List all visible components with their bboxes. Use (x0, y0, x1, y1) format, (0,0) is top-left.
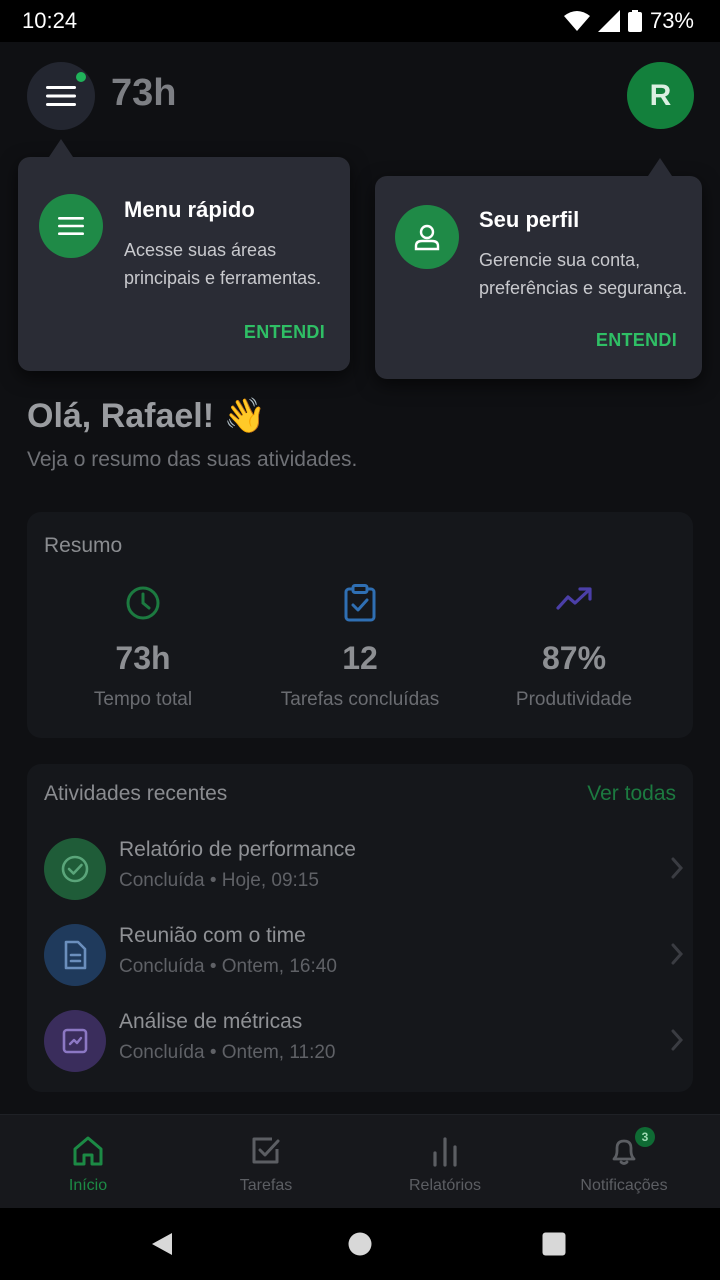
see-all-link[interactable]: Ver todas (587, 782, 676, 806)
activity-title: Relatório de performance (119, 838, 356, 861)
chevron-right-icon (671, 857, 684, 879)
clipboard-check-icon (344, 584, 376, 622)
menu-tooltip-entendi-button[interactable]: ENTENDI (244, 322, 325, 343)
activity-item[interactable]: Relatório de performance Concluída • Hoj… (44, 834, 684, 904)
menu-tooltip-title: Menu rápido (124, 197, 255, 222)
checkbox-icon (252, 1137, 280, 1164)
profile-tooltip-text-line2: preferências e segurança. (479, 278, 688, 298)
menu-tooltip: Menu rápido Acesse suas áreas principais… (18, 139, 350, 371)
recent-activities-card: Atividades recentes Ver todas Relatório … (27, 764, 693, 1092)
clock-icon (126, 586, 160, 620)
home-button[interactable] (320, 1208, 400, 1280)
stat-value: 12 (342, 640, 378, 676)
stat-label: Tarefas concluídas (280, 689, 440, 710)
wifi-icon (563, 11, 590, 31)
nav-item-relatorios[interactable]: Relatórios (355, 1115, 535, 1209)
app-screen: 73h R Menu rápido Acesse suas áreas prin… (0, 42, 720, 1208)
activity-subtitle: Concluída • Ontem, 16:40 (119, 956, 337, 977)
activity-title: Análise de métricas (119, 1010, 303, 1033)
tooltip-arrow (648, 158, 672, 176)
menu-tooltip-text-line2: principais e ferramentas. (124, 268, 322, 288)
header-hours: 73h (111, 72, 177, 114)
nav-label: Relatórios (408, 1177, 482, 1194)
back-button[interactable] (122, 1208, 202, 1280)
nav-label: Tarefas (239, 1177, 293, 1194)
activities-title: Atividades recentes (44, 782, 228, 805)
stat-label: Tempo total (93, 689, 193, 710)
greeting-title: Olá, Rafael! 👋 (27, 397, 266, 435)
nav-label: Início (68, 1177, 108, 1194)
stat-value: 73h (115, 640, 171, 676)
system-navigation-bar (0, 1208, 720, 1280)
recents-square-icon (542, 1232, 566, 1256)
stat-tasks-completed: 12 Tarefas concluídas (250, 584, 470, 711)
activity-item[interactable]: Reunião com o time Concluída • Ontem, 16… (44, 920, 684, 990)
chart-box-icon (62, 1028, 88, 1054)
chevron-right-icon (671, 943, 684, 965)
notification-dot (76, 72, 86, 82)
profile-tooltip-title: Seu perfil (479, 207, 580, 232)
chevron-right-icon (671, 1029, 684, 1051)
summary-card: Resumo 73h Tempo total 12 Tarefas conclu (27, 512, 693, 738)
status-time: 10:24 (22, 8, 78, 33)
signal-icon (597, 10, 620, 32)
menu-tooltip-text-line1: Acesse suas áreas (124, 240, 277, 260)
user-icon (414, 224, 440, 251)
back-triangle-icon (152, 1233, 172, 1255)
stat-value: 87% (541, 640, 607, 676)
profile-tooltip-icon (395, 205, 459, 269)
avatar-initial: R (649, 78, 672, 112)
stat-label: Produtividade (515, 689, 633, 710)
status-icons: 73% (563, 8, 694, 34)
nav-item-inicio[interactable]: Início (0, 1115, 178, 1209)
recents-button[interactable] (514, 1208, 594, 1280)
stat-total-time: 73h Tempo total (33, 584, 253, 711)
nav-item-notificacoes[interactable]: 3 Notificações (534, 1115, 714, 1209)
battery-percent: 73% (649, 8, 694, 33)
menu-tooltip-icon (39, 194, 103, 258)
avatar-button[interactable]: R (627, 62, 694, 129)
activity-subtitle: Concluída • Hoje, 09:15 (119, 870, 319, 891)
trending-up-icon (556, 587, 592, 610)
menu-icon (46, 86, 76, 106)
tooltip-arrow (49, 139, 73, 157)
activity-subtitle: Concluída • Ontem, 11:20 (119, 1042, 336, 1063)
summary-title: Resumo (44, 534, 123, 557)
profile-tooltip: Seu perfil Gerencie sua conta, preferênc… (375, 158, 702, 379)
profile-tooltip-entendi-button[interactable]: ENTENDI (596, 330, 677, 351)
nav-label: Notificações (580, 1177, 668, 1194)
home-circle-icon (348, 1232, 372, 1256)
activity-icon (44, 924, 106, 986)
stat-productivity: 87% Produtividade (464, 584, 684, 711)
bar-chart-icon (433, 1137, 457, 1167)
greeting-subtitle: Veja o resumo das suas atividades. (27, 448, 358, 471)
battery-icon (627, 10, 642, 32)
notification-badge: 3 (635, 1127, 655, 1147)
nav-item-tarefas[interactable]: Tarefas (176, 1115, 356, 1209)
status-bar: 10:24 73% (0, 0, 720, 42)
document-icon (64, 940, 87, 970)
bottom-navigation: Início Tarefas Relatórios 3 Notificações (0, 1114, 720, 1208)
profile-tooltip-text-line1: Gerencie sua conta, (479, 250, 641, 270)
activity-item[interactable]: Análise de métricas Concluída • Ontem, 1… (44, 1006, 684, 1076)
menu-icon (58, 217, 84, 235)
activity-icon (44, 1010, 106, 1072)
check-circle-icon (61, 855, 89, 883)
activity-title: Reunião com o time (119, 924, 306, 947)
home-icon (73, 1136, 103, 1166)
menu-button[interactable] (27, 62, 95, 130)
activity-icon (44, 838, 106, 900)
